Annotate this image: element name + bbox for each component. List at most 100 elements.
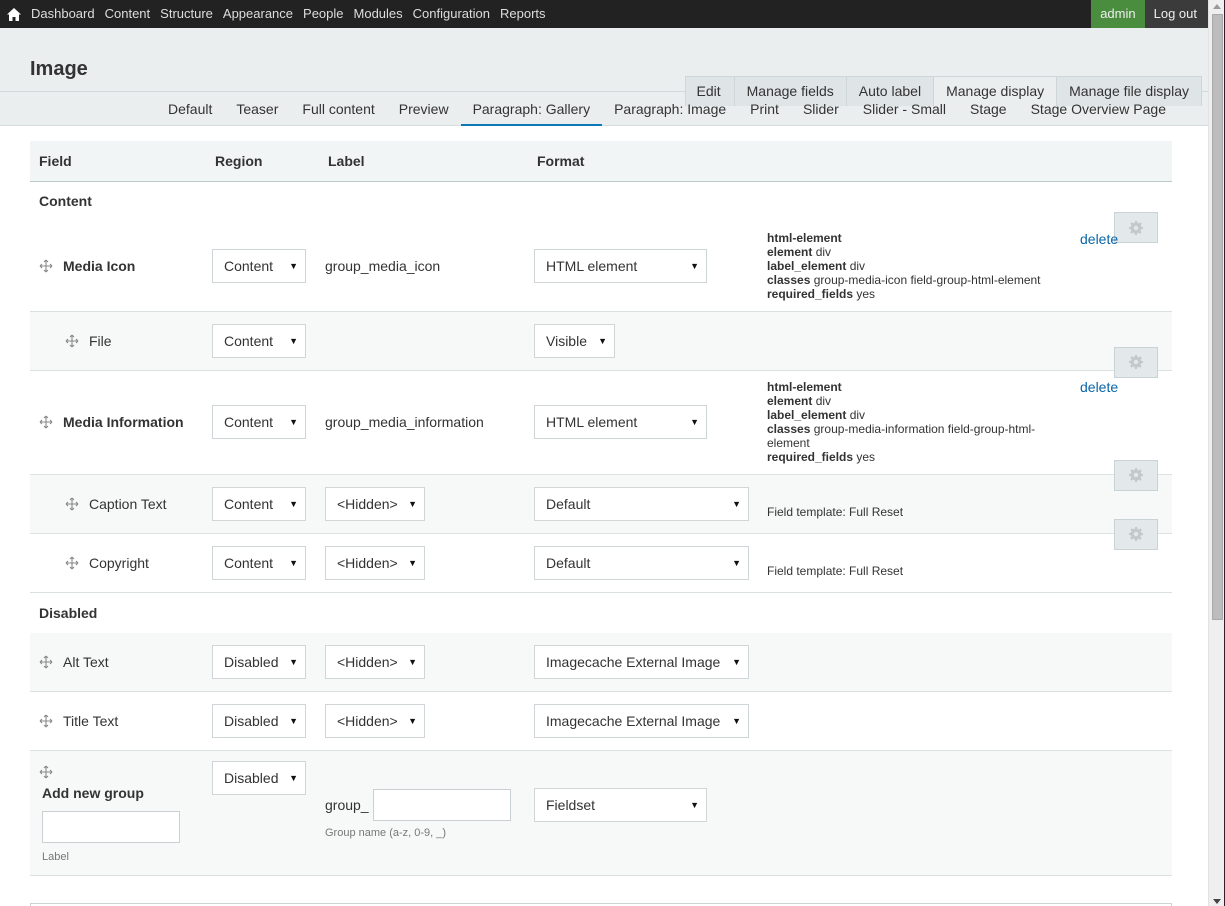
- format-select[interactable]: Default ▼: [534, 545, 749, 580]
- settings-button[interactable]: [1114, 346, 1158, 378]
- group-name-hint: Group name (a-z, 0-9, _): [325, 826, 447, 839]
- menu-structure[interactable]: Structure: [155, 0, 218, 28]
- drag-handle-icon[interactable]: [65, 497, 79, 511]
- region-select-value: Disabled: [224, 769, 279, 786]
- add-group-title: Add new group: [42, 784, 144, 801]
- dropdown-arrow-icon: ▼: [289, 498, 298, 509]
- region-select[interactable]: Content ▼: [212, 486, 306, 521]
- format-select-value: HTML element: [546, 257, 638, 274]
- gear-icon: [1129, 355, 1143, 369]
- region-select[interactable]: Disabled ▼: [212, 644, 306, 679]
- group-label-input[interactable]: [42, 810, 180, 843]
- region-title: Content: [39, 193, 92, 210]
- dropdown-arrow-icon: ▼: [690, 799, 699, 810]
- drag-handle-icon[interactable]: [65, 334, 79, 348]
- dropdown-arrow-icon: ▼: [289, 260, 298, 271]
- label-select-value: <Hidden>: [337, 554, 398, 571]
- menu-appearance[interactable]: Appearance: [218, 0, 298, 28]
- field-display-table: Field Region Label Format Content Media …: [30, 141, 1172, 876]
- dropdown-arrow-icon: ▼: [408, 498, 417, 509]
- format-select-value: Imagecache External Image: [546, 712, 721, 729]
- menu-reports[interactable]: Reports: [495, 0, 551, 28]
- table-row: Caption Text Content ▼ <Hidden> ▼ Default ▼…: [30, 459, 1172, 533]
- format-select[interactable]: Fieldset ▼: [534, 787, 707, 822]
- subtab-default[interactable]: Default: [156, 96, 224, 126]
- admin-toolbar: Dashboard Content Structure Appearance P…: [0, 0, 1208, 28]
- subtab-slider[interactable]: Slider: [791, 96, 851, 126]
- label-select[interactable]: <Hidden> ▼: [325, 703, 425, 738]
- region-select[interactable]: Content ▼: [212, 323, 306, 358]
- delete-link[interactable]: delete: [1080, 231, 1118, 247]
- format-select[interactable]: HTML element ▼: [534, 248, 707, 283]
- menu-dashboard[interactable]: Dashboard: [26, 0, 100, 28]
- region-select[interactable]: Disabled ▼: [212, 703, 306, 738]
- subtab-print[interactable]: Print: [738, 96, 791, 126]
- menu-modules[interactable]: Modules: [349, 0, 408, 28]
- format-select[interactable]: Imagecache External Image ▼: [534, 644, 749, 679]
- subtab-teaser[interactable]: Teaser: [224, 96, 290, 126]
- label-select[interactable]: <Hidden> ▼: [325, 545, 425, 580]
- delete-link[interactable]: delete: [1080, 379, 1118, 395]
- drag-handle-icon[interactable]: [39, 259, 53, 273]
- user-link[interactable]: admin: [1091, 0, 1145, 28]
- table-header: Field Region Label Format: [30, 141, 1172, 182]
- settings-button[interactable]: [1114, 518, 1158, 550]
- label-select-value: <Hidden>: [337, 712, 398, 729]
- format-select[interactable]: Visible ▼: [534, 323, 615, 358]
- subtab-slider-small[interactable]: Slider - Small: [851, 96, 958, 126]
- logout-link[interactable]: Log out: [1144, 0, 1208, 28]
- settings-button[interactable]: [1114, 459, 1158, 491]
- subtab-stage[interactable]: Stage: [958, 96, 1019, 126]
- menu-content[interactable]: Content: [100, 0, 156, 28]
- region-select[interactable]: Content ▼: [212, 545, 306, 580]
- scroll-up-icon[interactable]: [1213, 4, 1221, 9]
- scroll-down-icon[interactable]: [1213, 899, 1221, 904]
- drag-handle-icon[interactable]: [39, 655, 53, 669]
- subtab-paragraph-image[interactable]: Paragraph: Image: [602, 96, 738, 126]
- subtab-preview[interactable]: Preview: [387, 96, 461, 126]
- table-row: Title Text Disabled ▼ <Hidden> ▼ Imagecach…: [30, 691, 1172, 750]
- gear-icon: [1129, 527, 1143, 541]
- format-select[interactable]: Default ▼: [534, 486, 749, 521]
- dropdown-arrow-icon: ▼: [408, 656, 417, 667]
- label-select[interactable]: <Hidden> ▼: [325, 486, 425, 521]
- drag-handle-icon[interactable]: [65, 556, 79, 570]
- label-select[interactable]: <Hidden> ▼: [325, 644, 425, 679]
- summary-value: yes: [856, 286, 876, 301]
- dropdown-arrow-icon: ▼: [289, 335, 298, 346]
- format-select-value: Imagecache External Image: [546, 653, 721, 670]
- group-name-input[interactable]: [372, 788, 511, 821]
- add-group-row: Add new group Label Disabled ▼ group_ Gro…: [30, 750, 1172, 875]
- scroll-thumb[interactable]: [1212, 14, 1223, 620]
- region-select-value: Content: [224, 257, 274, 274]
- dropdown-arrow-icon: ▼: [732, 715, 741, 726]
- region-title: Disabled: [39, 604, 98, 621]
- subtab-stage-overview-page[interactable]: Stage Overview Page: [1019, 96, 1178, 126]
- format-summary: html-element element div label_element d…: [767, 380, 1057, 464]
- region-select[interactable]: Disabled ▼: [212, 760, 306, 795]
- vertical-scrollbar[interactable]: [1208, 0, 1225, 906]
- region-select-value: Content: [224, 554, 274, 571]
- summary-key: element: [767, 244, 813, 259]
- drag-handle-icon[interactable]: [39, 765, 53, 779]
- home-icon[interactable]: [0, 0, 26, 28]
- field-name: File: [89, 332, 112, 349]
- drag-handle-icon[interactable]: [39, 714, 53, 728]
- region-select[interactable]: Content ▼: [212, 405, 306, 439]
- region-select-value: Content: [224, 414, 274, 430]
- subtab-full-content[interactable]: Full content: [290, 96, 386, 126]
- summary-key: classes: [767, 272, 811, 287]
- region-select-value: Content: [224, 495, 274, 512]
- menu-configuration[interactable]: Configuration: [408, 0, 495, 28]
- col-field: Field: [30, 141, 206, 182]
- format-select[interactable]: Imagecache External Image ▼: [534, 703, 749, 738]
- region-select-value: Disabled: [224, 712, 279, 729]
- group-label: group_media_information: [325, 414, 484, 430]
- subtab-paragraph-gallery[interactable]: Paragraph: Gallery: [460, 96, 603, 126]
- settings-button[interactable]: [1114, 212, 1158, 243]
- region-select[interactable]: Content ▼: [212, 248, 306, 283]
- drag-handle-icon[interactable]: [39, 415, 53, 429]
- region-content: Content: [30, 181, 1172, 221]
- menu-people[interactable]: People: [298, 0, 348, 28]
- format-select[interactable]: HTML element ▼: [534, 405, 707, 439]
